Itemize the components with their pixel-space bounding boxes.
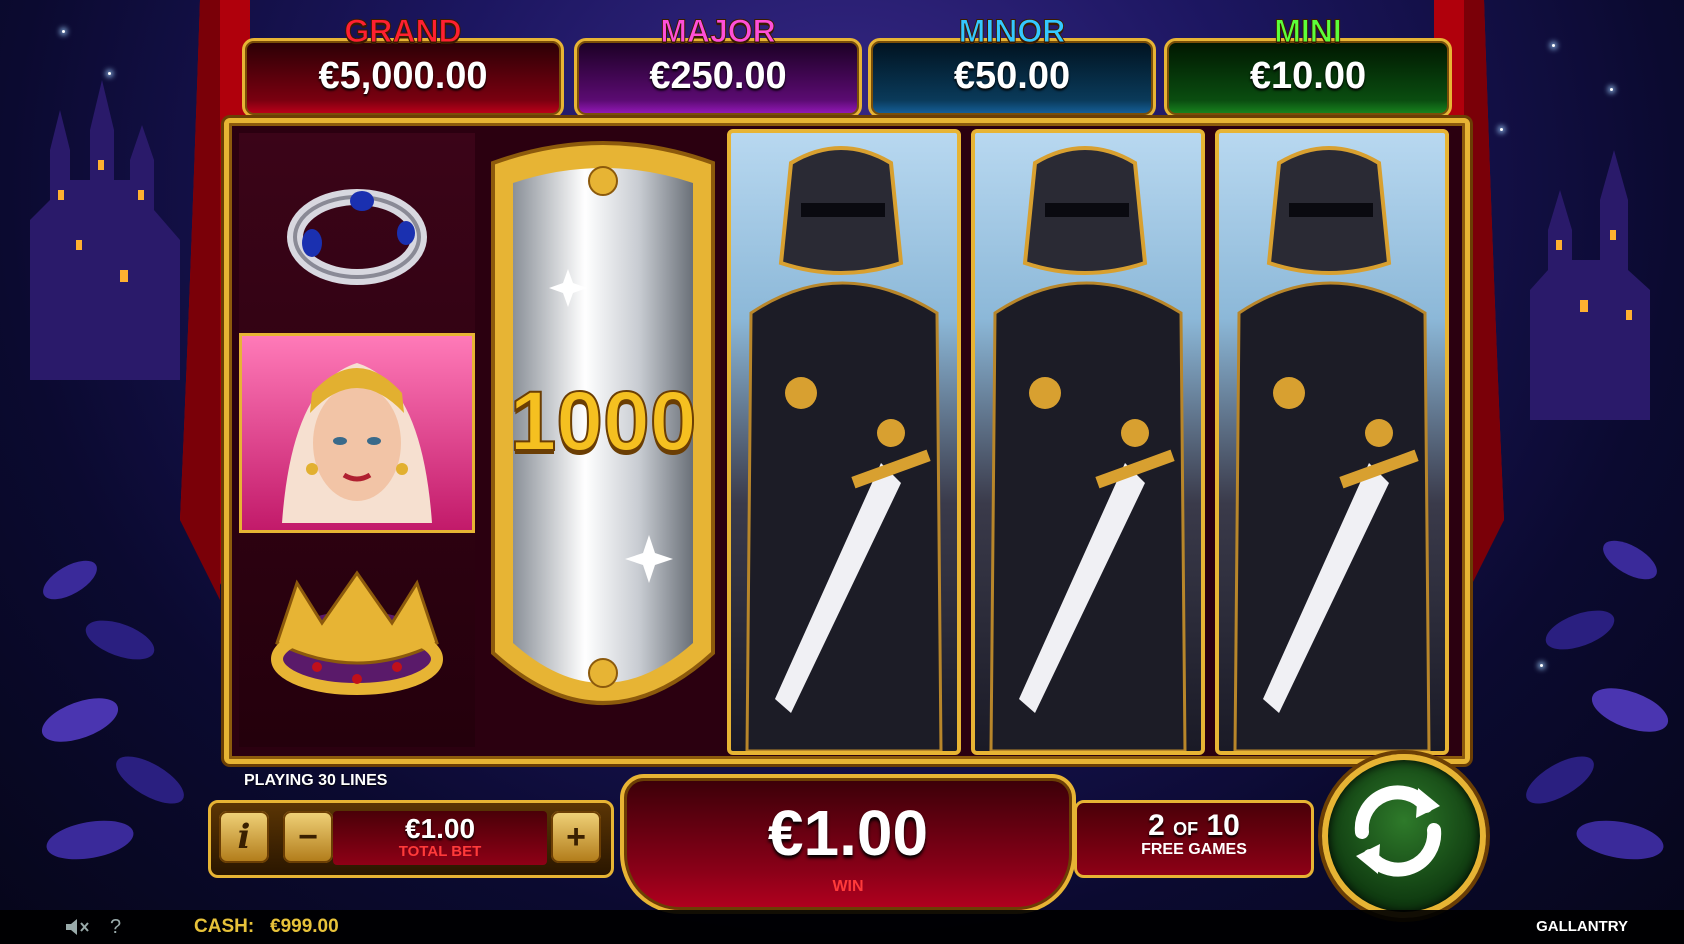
total-bet-display: €1.00 TOTAL BET bbox=[333, 811, 547, 865]
free-games-current: 2 bbox=[1148, 809, 1165, 842]
increase-bet-button[interactable]: + bbox=[551, 811, 601, 863]
help-button[interactable]: ? bbox=[110, 916, 121, 939]
status-bar: ? CASH: €999.00 GALLANTRY bbox=[0, 910, 1684, 944]
free-games-count: 2 OF 10 bbox=[1077, 809, 1311, 843]
jackpot-bar: GRAND €5,000.00 MAJOR €250.00 MINOR €50.… bbox=[226, 8, 1458, 118]
star bbox=[62, 30, 65, 33]
win-label: WIN bbox=[832, 878, 864, 895]
star bbox=[1610, 88, 1613, 91]
ring-icon bbox=[287, 189, 427, 285]
jackpot-grand-value: €5,000.00 bbox=[318, 55, 488, 97]
jackpot-mini-value: €10.00 bbox=[1249, 55, 1367, 97]
reel-5 bbox=[1215, 129, 1449, 755]
crown-symbol bbox=[239, 533, 475, 733]
jackpot-grand: GRAND €5,000.00 bbox=[242, 13, 564, 118]
lines-label: PLAYING 30 LINES bbox=[244, 772, 388, 789]
princess-icon bbox=[282, 363, 432, 523]
win-value: €1.00 bbox=[767, 797, 929, 869]
reel-2: 1000 bbox=[483, 133, 723, 747]
crown-icon bbox=[271, 570, 443, 695]
spin-button[interactable] bbox=[1322, 754, 1486, 918]
control-bar: PLAYING 30 LINES i − €1.00 TOTAL BET + €… bbox=[0, 754, 1684, 944]
info-button[interactable]: i bbox=[219, 811, 269, 863]
jackpot-mini: MINI €10.00 bbox=[1164, 13, 1452, 118]
free-games-total: 10 bbox=[1206, 809, 1240, 842]
win-panel: €1.00 WIN bbox=[620, 774, 1076, 914]
left-castle-scenery bbox=[30, 80, 180, 380]
jackpot-major-value: €250.00 bbox=[649, 55, 787, 97]
bet-panel: i − €1.00 TOTAL BET + bbox=[208, 800, 614, 878]
jackpot-mini-title: MINI bbox=[1274, 13, 1343, 50]
black-knight-symbol bbox=[989, 146, 1187, 751]
black-knight-symbol bbox=[1233, 146, 1431, 751]
jackpot-major: MAJOR €250.00 bbox=[574, 13, 862, 118]
total-bet-label: TOTAL BET bbox=[398, 843, 482, 860]
free-games-of: OF bbox=[1173, 819, 1199, 839]
cash-label: CASH: bbox=[194, 916, 255, 937]
princess-symbol bbox=[239, 333, 475, 533]
jackpot-grand-title: GRAND bbox=[344, 13, 462, 50]
reel-1 bbox=[239, 133, 475, 747]
spin-arrows-icon bbox=[1354, 785, 1442, 877]
total-bet-value: €1.00 bbox=[404, 813, 476, 844]
jackpot-major-title: MAJOR bbox=[660, 13, 777, 50]
game-name: GALLANTRY bbox=[1536, 918, 1628, 935]
game-stage: GRAND €5,000.00 MAJOR €250.00 MINOR €50.… bbox=[0, 0, 1684, 944]
star bbox=[1552, 44, 1555, 47]
reel-4 bbox=[971, 129, 1205, 755]
reel-frame: 1000 bbox=[224, 118, 1470, 764]
free-games-label: FREE GAMES bbox=[1141, 841, 1247, 858]
jackpot-minor: MINOR €50.00 bbox=[868, 13, 1156, 118]
jackpot-minor-title: MINOR bbox=[958, 13, 1066, 50]
shield-value: 1000 bbox=[509, 373, 698, 469]
decrease-bet-button[interactable]: − bbox=[283, 811, 333, 863]
reel-3 bbox=[727, 129, 961, 755]
free-games-panel: 2 OF 10 FREE GAMES bbox=[1074, 800, 1314, 878]
sapphire-ring-symbol bbox=[239, 133, 475, 333]
black-knight-symbol bbox=[745, 146, 943, 751]
jackpot-minor-value: €50.00 bbox=[953, 55, 1071, 97]
cash-value: €999.00 bbox=[270, 916, 339, 937]
speaker-muted-icon[interactable] bbox=[64, 916, 90, 944]
right-castle-scenery bbox=[1530, 150, 1650, 420]
